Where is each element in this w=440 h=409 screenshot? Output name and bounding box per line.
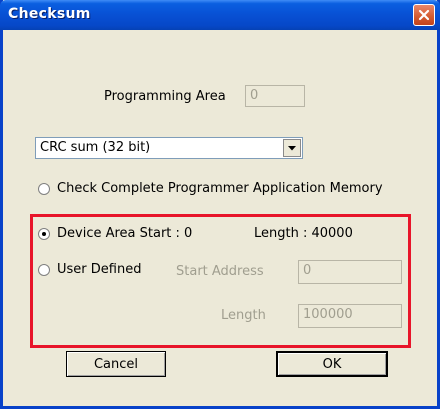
radio-button-selected[interactable] [38,227,50,240]
radio-button[interactable] [38,263,50,276]
device-area-length-text: Length : 40000 [254,226,353,241]
programming-area-field: 0 [245,85,305,107]
start-address-label: Start Address [176,264,264,279]
length-field: 100000 [298,304,402,328]
dropdown-button[interactable] [283,139,301,157]
checksum-dialog: Checksum [0,0,440,409]
ok-button[interactable]: OK [276,351,388,377]
title-bar[interactable]: Checksum [0,0,440,30]
close-icon [418,9,430,21]
radio-check-complete[interactable]: Check Complete Programmer Application Me… [38,181,383,196]
checksum-type-select[interactable]: CRC sum (32 bit) [35,137,303,159]
radio-user-defined-label: User Defined [57,262,142,277]
programming-area-label: Programming Area [104,89,226,104]
radio-user-defined[interactable]: User Defined [38,262,141,277]
close-button[interactable] [413,4,435,26]
checksum-type-value: CRC sum (32 bit) [40,140,151,155]
length-label: Length [221,308,266,323]
start-address-field: 0 [298,260,402,284]
radio-button[interactable] [38,182,50,195]
radio-device-area-label: Device Area Start : 0 [57,226,193,241]
chevron-down-icon [288,145,296,150]
window-title: Checksum [8,6,91,22]
cancel-button[interactable]: Cancel [66,351,166,377]
radio-check-complete-label: Check Complete Programmer Application Me… [57,181,383,196]
radio-device-area[interactable]: Device Area Start : 0 [38,226,192,241]
